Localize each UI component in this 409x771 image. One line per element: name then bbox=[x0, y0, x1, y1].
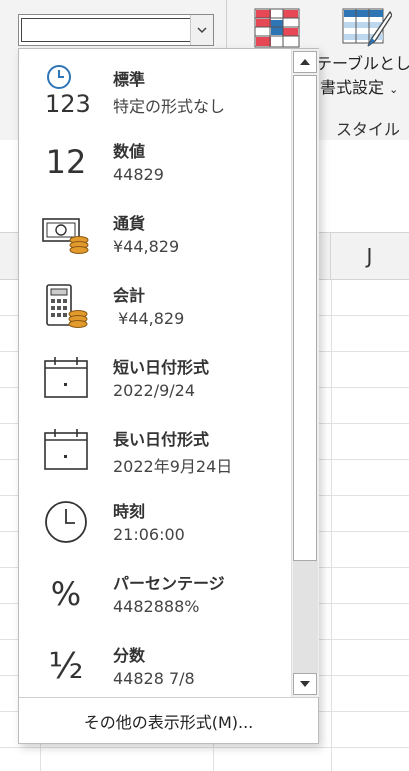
chevron-down-icon bbox=[197, 26, 207, 33]
format-item-title: 数値 bbox=[113, 142, 146, 161]
format-item-percentage[interactable]: % パーセンテージ 4482888% bbox=[19, 557, 291, 629]
more-number-formats-label: その他の表示形式(M)... bbox=[83, 713, 254, 732]
format-as-table-label-2: 書式設定 ⌄ bbox=[316, 76, 409, 102]
format-item-short-date[interactable]: 短い日付形式 2022/9/24 bbox=[19, 341, 291, 413]
triangle-down-icon bbox=[300, 681, 310, 687]
column-header-j[interactable]: J bbox=[330, 232, 409, 280]
scrollbar-track[interactable] bbox=[293, 561, 318, 673]
format-item-preview: 特定の形式なし bbox=[113, 97, 226, 116]
format-item-title: 短い日付形式 bbox=[113, 358, 210, 377]
format-as-table-button[interactable]: テーブルとして 書式設定 ⌄ bbox=[316, 52, 409, 102]
format-item-fraction[interactable]: ½ 分数 44828 7/8 bbox=[19, 629, 291, 697]
scroll-down-button[interactable] bbox=[293, 673, 317, 695]
styles-group-label: スタイル bbox=[336, 120, 401, 139]
format-item-title: 分数 bbox=[113, 646, 146, 665]
format-item-title: パーセンテージ bbox=[113, 574, 225, 593]
conditional-formatting-icon[interactable] bbox=[254, 8, 300, 52]
format-item-title: 時刻 bbox=[113, 502, 146, 521]
number-format-dropdown-button[interactable] bbox=[190, 15, 213, 45]
format-item-currency[interactable]: 通貨 ¥44,829 bbox=[19, 197, 291, 269]
number-format-input[interactable] bbox=[21, 18, 191, 42]
format-item-preview: ¥44,829 bbox=[113, 237, 180, 256]
more-number-formats-link[interactable]: その他の表示形式(M)... bbox=[19, 697, 318, 744]
format-item-accounting[interactable]: 会計 ¥44,829 bbox=[19, 269, 291, 341]
format-item-preview: 4482888% bbox=[113, 597, 200, 616]
format-item-title: 会計 bbox=[113, 286, 146, 305]
format-list-scrollbar[interactable] bbox=[291, 49, 319, 697]
format-as-table-label-2-text: 書式設定 bbox=[320, 78, 385, 97]
format-item-preview: 21:06:00 bbox=[113, 525, 185, 544]
number-12-icon: 12 bbox=[41, 137, 91, 187]
scrollbar-thumb[interactable] bbox=[293, 75, 317, 561]
percent-icon: % bbox=[41, 569, 91, 619]
icon-glyph: % bbox=[50, 575, 82, 613]
clock-icon bbox=[41, 497, 91, 547]
triangle-up-icon bbox=[300, 59, 310, 65]
icon-glyph: 12 bbox=[45, 143, 87, 181]
format-list: 123 標準 特定の形式なし 12 数値 44829 通貨 ¥44,829 会計… bbox=[19, 49, 291, 697]
format-as-table-label: テーブルとして bbox=[316, 54, 409, 73]
calculator-coins-icon bbox=[41, 281, 91, 331]
format-item-title: 標準 bbox=[113, 70, 146, 89]
format-item-time[interactable]: 時刻 21:06:00 bbox=[19, 485, 291, 557]
icon-glyph: 123 bbox=[45, 90, 91, 117]
format-item-preview: ¥44,829 bbox=[113, 309, 185, 328]
column-label: J bbox=[366, 244, 373, 268]
number-format-dropdown: 123 標準 特定の形式なし 12 数値 44829 通貨 ¥44,829 会計… bbox=[18, 48, 319, 744]
calendar-icon bbox=[41, 425, 91, 475]
format-as-table-icon[interactable] bbox=[342, 8, 393, 56]
format-item-title: 長い日付形式 bbox=[113, 430, 210, 449]
number-format-combo[interactable] bbox=[18, 14, 214, 46]
scroll-up-button[interactable] bbox=[293, 51, 317, 73]
fraction-icon: ½ bbox=[41, 641, 91, 691]
currency-bill-icon bbox=[41, 209, 91, 259]
chevron-down-icon: ⌄ bbox=[389, 83, 399, 96]
format-item-title: 通貨 bbox=[113, 214, 146, 233]
clock-123-icon: 123 bbox=[41, 65, 91, 117]
format-item-preview: 2022年9月24日 bbox=[113, 457, 233, 476]
format-item-preview: 2022/9/24 bbox=[113, 381, 196, 400]
format-item-preview: 44829 bbox=[113, 165, 164, 184]
format-item-long-date[interactable]: 長い日付形式 2022年9月24日 bbox=[19, 413, 291, 485]
format-item-preview: 44828 7/8 bbox=[113, 669, 195, 688]
format-item-general[interactable]: 123 標準 特定の形式なし bbox=[19, 53, 291, 125]
calendar-icon bbox=[41, 353, 91, 403]
format-item-number[interactable]: 12 数値 44829 bbox=[19, 125, 291, 197]
icon-glyph: ½ bbox=[48, 645, 84, 687]
